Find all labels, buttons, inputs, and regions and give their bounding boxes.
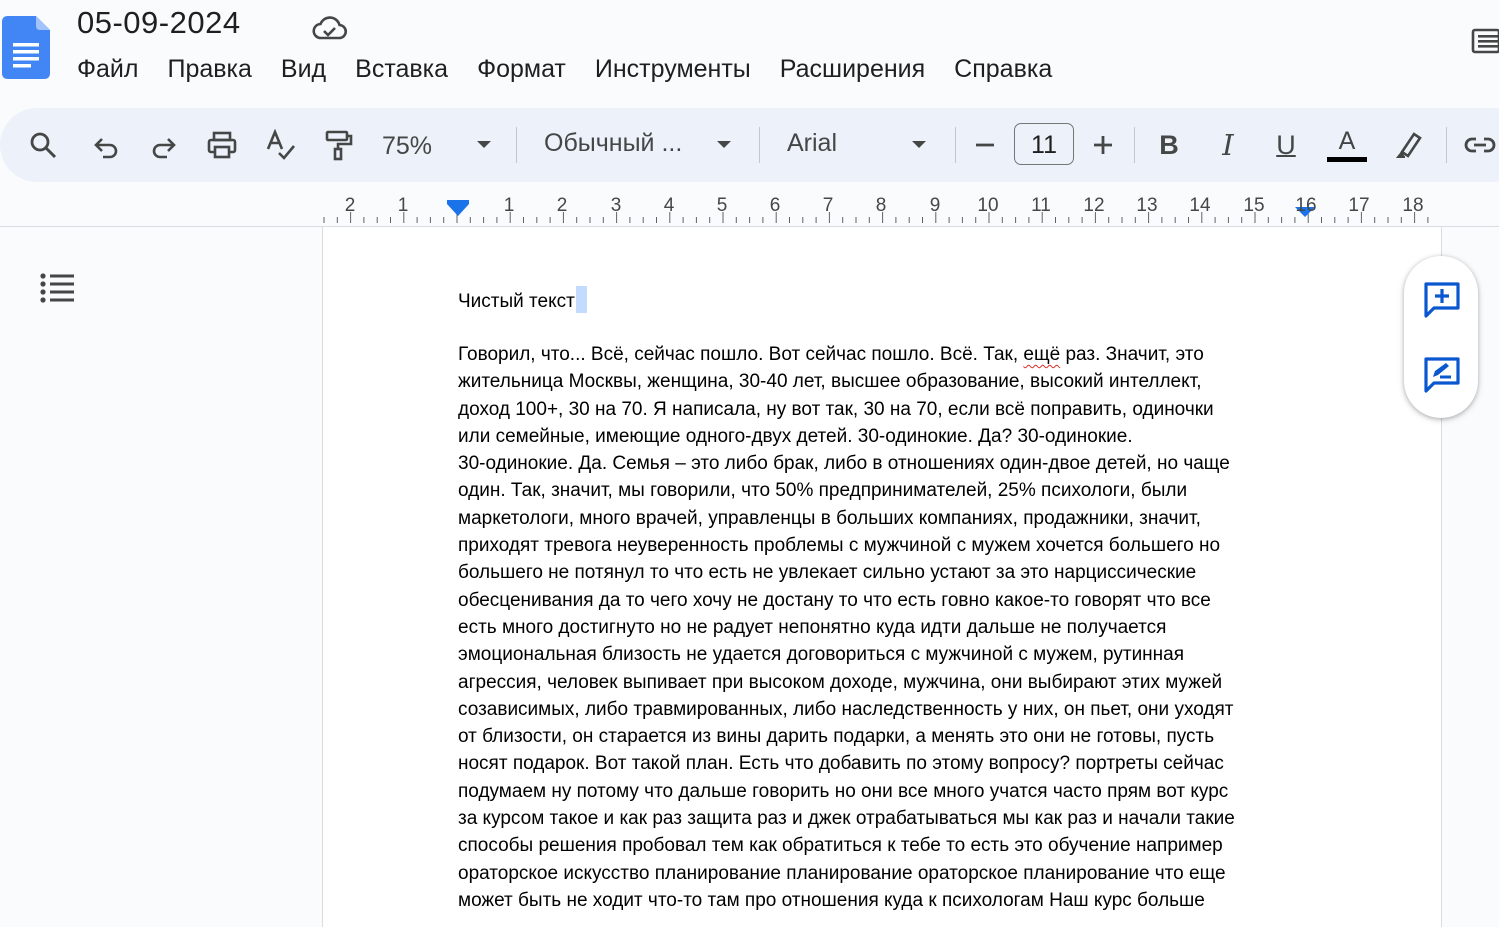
ruler-number: 7: [822, 195, 834, 216]
text-line-start: Говорил, что... Всё, сейчас пошло. Вот с…: [458, 344, 1024, 365]
text-line: агрессия, человек выпивает при высоком д…: [458, 671, 1223, 693]
text-cursor-selection: [575, 286, 587, 313]
link-icon[interactable]: [1463, 108, 1497, 182]
text-line-end: раз. Значит, это: [1060, 344, 1204, 365]
undo-icon[interactable]: [88, 108, 124, 182]
toolbar-divider: [516, 127, 517, 163]
paint-format-icon[interactable]: [320, 108, 356, 182]
underline-button[interactable]: U: [1269, 108, 1303, 182]
text-color-swatch: [1327, 156, 1367, 162]
text-line: способы решения пробовал тем как обратит…: [458, 835, 1223, 857]
style-dropdown-arrow-icon[interactable]: [717, 141, 731, 148]
text-line: созависимых, либо травмированных, либо н…: [458, 698, 1234, 720]
text-line: 30-одинокие. Да. Семья – это либо брак, …: [458, 453, 1230, 475]
toolbar-divider: [759, 127, 760, 163]
ruler-number: 13: [1136, 195, 1158, 216]
ruler-number: 6: [769, 195, 781, 216]
text-line: один. Так, значит, мы говорили, что 50% …: [458, 480, 1188, 502]
left-indent-marker-icon: [447, 204, 469, 216]
heading-text: Чистый текст: [458, 291, 575, 312]
text-line: от близости, он старается из вины дарить…: [458, 726, 1215, 748]
text-line: жительница Москвы, женщина, 30-40 лет, в…: [458, 371, 1202, 393]
document-body[interactable]: Говорил, что... Всё, сейчас пошло. Вот с…: [458, 341, 1318, 914]
ruler-number: 11: [1031, 195, 1051, 216]
ruler-number: 2: [556, 195, 568, 216]
menu-edit[interactable]: Правка: [167, 55, 251, 84]
text-line: есть много достигнуто но не радует непон…: [458, 616, 1167, 638]
ruler-number: 8: [875, 195, 887, 216]
ruler-number: 17: [1348, 195, 1370, 216]
ruler-ticks: [323, 200, 1429, 223]
text-line: ораторское искусство планирование планир…: [458, 862, 1226, 884]
increase-font-size-icon[interactable]: [1088, 108, 1118, 182]
paragraph-style-select[interactable]: Обычный ...: [544, 108, 682, 182]
print-icon[interactable]: [203, 108, 241, 182]
ruler-number: 4: [663, 195, 675, 216]
toolbar-divider: [1134, 127, 1135, 163]
spellcheck-icon[interactable]: [263, 108, 299, 182]
text-line: подумаем ну потому что дальше говорить н…: [458, 780, 1229, 802]
text-line: маркетологи, много врачей, управленцы в …: [458, 507, 1201, 529]
text-line: или семейные, имеющие одного-двух детей.…: [458, 425, 1133, 447]
ruler-number: 12: [1083, 195, 1105, 216]
floating-actions-panel: [1404, 256, 1478, 418]
document-outline-icon[interactable]: [39, 272, 75, 304]
italic-button[interactable]: I: [1211, 108, 1245, 182]
menu-extensions[interactable]: Расширения: [780, 55, 925, 84]
menu-help[interactable]: Справка: [954, 55, 1052, 84]
ruler-number: 9: [929, 195, 941, 216]
horizontal-ruler[interactable]: 2 1 1 2 3 4 5 6 7 8 9 10 11 12 13 14 15 …: [0, 190, 1499, 227]
menu-insert[interactable]: Вставка: [355, 55, 448, 84]
side-panel-icon[interactable]: [1470, 26, 1499, 56]
ruler-number: 14: [1189, 195, 1211, 216]
text-line: обесценивания да то чего хочу не достану…: [458, 589, 1211, 611]
menu-bar: Файл Правка Вид Вставка Формат Инструмен…: [77, 55, 1081, 84]
zoom-dropdown-arrow-icon[interactable]: [477, 141, 491, 148]
ruler-number: 18: [1402, 195, 1424, 216]
font-dropdown-arrow-icon[interactable]: [912, 141, 926, 148]
text-color-button[interactable]: A: [1326, 108, 1368, 182]
text-line: носят подарок. Вот такой план. Есть что …: [458, 753, 1224, 775]
text-line: доход 100+, 30 на 70. Я написала, ну вот…: [458, 398, 1214, 420]
toolbar-divider: [1446, 127, 1447, 163]
ruler-number: 3: [610, 195, 622, 216]
bold-button[interactable]: B: [1152, 108, 1186, 182]
ruler-number: 15: [1243, 195, 1265, 216]
text-line: эмоциональная близость не удается догово…: [458, 644, 1185, 666]
ruler-number: 10: [977, 195, 999, 216]
menu-tools[interactable]: Инструменты: [595, 55, 751, 84]
spelling-error-word[interactable]: ещё: [1023, 344, 1060, 365]
ruler-number: 1: [503, 195, 515, 216]
redo-icon[interactable]: [146, 108, 182, 182]
menu-view[interactable]: Вид: [281, 55, 326, 84]
ruler-number: 16: [1295, 195, 1317, 216]
highlight-icon[interactable]: [1392, 108, 1426, 182]
ruler-number: 5: [716, 195, 728, 216]
text-line: большего не потянул то что есть не увлек…: [458, 562, 1197, 584]
add-comment-icon[interactable]: [1422, 280, 1462, 320]
text-color-letter: A: [1338, 126, 1356, 155]
document-heading[interactable]: Чистый текст: [458, 286, 587, 313]
first-line-indent-marker-icon: [447, 200, 469, 204]
text-line: Говорил, что... Всё, сейчас пошло. Вот с…: [458, 341, 1318, 368]
document-title[interactable]: 05-09-2024: [77, 5, 241, 41]
text-line: за курсом такое и как раз защита раз и д…: [458, 808, 1235, 830]
toolbar-divider: [955, 127, 956, 163]
suggest-edits-icon[interactable]: [1422, 355, 1462, 395]
ruler-number: 1: [397, 195, 409, 216]
toolbar: 75% Обычный ... Arial 11 B I U A: [0, 108, 1499, 182]
text-line: приходят тревога неуверенность проблемы …: [458, 535, 1221, 557]
search-icon[interactable]: [25, 108, 61, 182]
font-family-select[interactable]: Arial: [787, 108, 837, 182]
google-docs-logo[interactable]: [2, 16, 50, 79]
zoom-select[interactable]: 75%: [382, 108, 432, 182]
decrease-font-size-icon[interactable]: [970, 108, 1000, 182]
menu-file[interactable]: Файл: [77, 55, 138, 84]
menu-format[interactable]: Формат: [477, 55, 566, 84]
cloud-done-icon[interactable]: [311, 13, 348, 43]
ruler-number: 2: [344, 195, 356, 216]
font-size-input[interactable]: 11: [1014, 123, 1074, 165]
